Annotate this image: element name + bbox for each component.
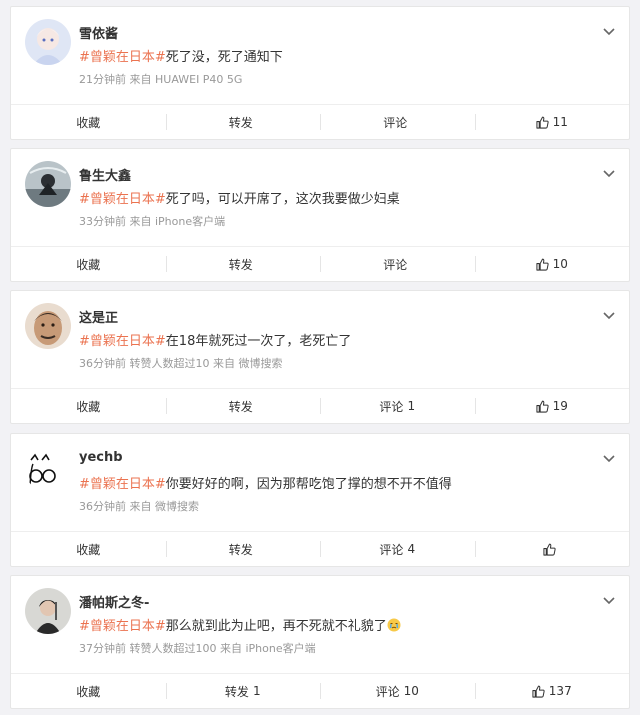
comment-button[interactable]: 评论 [320,247,475,281]
hashtag-link[interactable]: #曾颖在日本# [79,192,166,207]
post-body: 你要好好的啊，因为那帮吃饱了撑的想不开不值得 [165,477,452,492]
collect-button[interactable]: 收藏 [11,532,166,566]
post-text: #曾颖在日本#死了吗，可以开席了，这次我要做少妇桌 [79,188,400,207]
username[interactable]: 潘帕斯之冬- [79,592,149,611]
forward-label: 转发 [228,542,253,557]
comment-label: 评论 [383,257,408,272]
collect-label: 收藏 [76,257,101,272]
comment-button[interactable]: 评论 [320,105,475,139]
post-card: 鲁生大鑫 #曾颖在日本#死了吗，可以开席了，这次我要做少妇桌 33分钟前 来自 … [10,148,630,282]
chevron-down-icon[interactable] [603,452,615,464]
comment-button[interactable]: 评论 4 [320,532,475,566]
username[interactable]: yechb [79,450,123,465]
post-body: 死了没，死了通知下 [165,50,283,65]
hashtag-link[interactable]: #曾颖在日本# [79,334,166,349]
thumbs-up-icon [536,258,549,271]
chevron-down-icon[interactable] [603,594,615,606]
hashtag-link[interactable]: #曾颖在日本# [79,477,166,492]
comment-label: 评论 [375,684,400,699]
collect-label: 收藏 [76,542,101,557]
post-text: #曾颖在日本#死了没，死了通知下 [79,46,283,65]
forward-button[interactable]: 转发 [165,247,321,281]
post-body: 那么就到此为止吧，再不死就不礼貌了 [165,619,387,634]
post-meta: 33分钟前 来自 iPhone客户端 [79,215,226,228]
post-meta: 36分钟前 来自 微博搜索 [79,500,199,513]
chevron-down-icon[interactable] [603,309,615,321]
comment-label: 评论 [383,115,408,130]
hashtag-link[interactable]: #曾颖在日本# [79,619,166,634]
username[interactable]: 这是正 [79,307,118,326]
comment-count: 1 [407,399,416,413]
forward-label: 转发 [228,257,253,272]
post-body: 在18年就死过一次了，老死亡了 [165,334,352,349]
post-meta: 21分钟前 来自 HUAWEI P40 5G [79,73,243,86]
forward-label: 转发 [224,684,249,699]
post-body: 死了吗，可以开席了，这次我要做少妇桌 [165,192,400,207]
thumbs-up-icon [536,116,549,129]
forward-button[interactable]: 转发 [165,389,321,423]
username[interactable]: 鲁生大鑫 [79,165,131,184]
action-bar: 收藏 转发 评论 1 19 [11,388,629,423]
collect-label: 收藏 [76,684,101,699]
thumbs-up-icon [532,685,545,698]
like-count: 11 [552,115,568,129]
action-bar: 收藏 转发 1 评论 10 137 [11,673,629,708]
like-button[interactable] [474,532,630,566]
collect-button[interactable]: 收藏 [11,247,166,281]
comment-button[interactable]: 评论 1 [320,389,475,423]
post-meta: 36分钟前 转赞人数超过10 来自 微博搜索 [79,357,283,370]
post-card: 这是正 #曾颖在日本#在18年就死过一次了，老死亡了 36分钟前 转赞人数超过1… [10,290,630,424]
like-count: 19 [552,399,568,413]
post-card: yechb #曾颖在日本#你要好好的啊，因为那帮吃饱了撑的想不开不值得 36分钟… [10,433,630,567]
collect-button[interactable]: 收藏 [11,674,166,708]
chevron-down-icon[interactable] [603,167,615,179]
thumbs-up-icon [536,400,549,413]
thumbs-up-icon [543,543,556,556]
comment-label: 评论 [379,399,404,414]
action-bar: 收藏 转发 评论 4 [11,531,629,566]
collect-button[interactable]: 收藏 [11,105,166,139]
like-button[interactable]: 11 [474,105,630,139]
like-count: 10 [552,257,568,271]
post-text: #曾颖在日本#那么就到此为止吧，再不死就不礼貌了 [79,615,401,634]
hashtag-link[interactable]: #曾颖在日本# [79,50,166,65]
like-button[interactable]: 10 [474,247,630,281]
comment-count: 10 [403,684,419,698]
avatar[interactable] [25,19,71,65]
collect-label: 收藏 [76,115,101,130]
collect-label: 收藏 [76,399,101,414]
crying-face-icon [387,618,401,632]
like-button[interactable]: 137 [474,674,630,708]
avatar[interactable] [25,588,71,634]
collect-button[interactable]: 收藏 [11,389,166,423]
forward-button[interactable]: 转发 1 [165,674,321,708]
like-button[interactable]: 19 [474,389,630,423]
like-count: 137 [548,684,572,698]
action-bar: 收藏 转发 评论 10 [11,246,629,281]
forward-label: 转发 [228,399,253,414]
post-meta: 37分钟前 转赞人数超过100 来自 iPhone客户端 [79,642,316,655]
comment-label: 评论 [379,542,404,557]
comment-button[interactable]: 评论 10 [320,674,475,708]
comment-feed: 雪依酱 #曾颖在日本#死了没，死了通知下 21分钟前 来自 HUAWEI P40… [0,0,640,715]
post-text: #曾颖在日本#在18年就死过一次了，老死亡了 [79,330,351,349]
forward-label: 转发 [228,115,253,130]
post-text: #曾颖在日本#你要好好的啊，因为那帮吃饱了撑的想不开不值得 [79,473,452,492]
avatar[interactable] [25,161,71,207]
avatar[interactable] [25,446,71,492]
forward-button[interactable]: 转发 [165,105,321,139]
action-bar: 收藏 转发 评论 11 [11,104,629,139]
post-card: 雪依酱 #曾颖在日本#死了没，死了通知下 21分钟前 来自 HUAWEI P40… [10,6,630,140]
forward-button[interactable]: 转发 [165,532,321,566]
username[interactable]: 雪依酱 [79,23,118,42]
comment-count: 4 [407,542,416,556]
forward-count: 1 [252,684,261,698]
chevron-down-icon[interactable] [603,25,615,37]
post-card: 潘帕斯之冬- #曾颖在日本#那么就到此为止吧，再不死就不礼貌了 37分钟前 转赞… [10,575,630,709]
avatar[interactable] [25,303,71,349]
